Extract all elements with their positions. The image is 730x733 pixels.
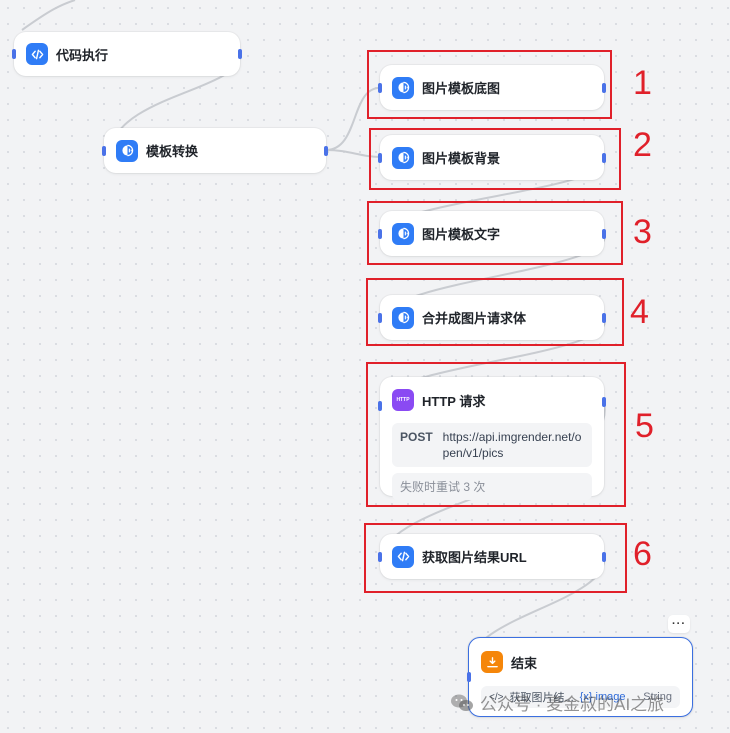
more-options-button[interactable]: ··· — [668, 615, 690, 633]
node-title: 代码执行 — [56, 47, 109, 63]
annotation-number-5: 5 — [635, 407, 654, 445]
annotation-number-2: 2 — [633, 126, 652, 164]
node-title: 模板转换 — [146, 144, 199, 159]
input-port[interactable] — [102, 145, 106, 156]
node-template-convert[interactable]: 模板转换 — [102, 128, 328, 173]
annotation-number-1: 1 — [633, 64, 652, 102]
annotation-box-5 — [366, 362, 626, 507]
watermark: 公众号 · 麦金叔的AI之旅 — [450, 690, 664, 715]
annotation-box-2 — [369, 128, 621, 190]
node-title: 结束 — [511, 655, 538, 671]
wechat-icon — [450, 693, 474, 713]
code-icon — [26, 43, 48, 65]
annotation-number-6: 6 — [633, 535, 652, 573]
annotation-box-6 — [364, 523, 627, 593]
annotation-number-3: 3 — [633, 213, 652, 251]
node-code-exec[interactable]: 代码执行 — [12, 32, 242, 76]
template-icon — [116, 139, 138, 162]
input-port[interactable] — [12, 49, 16, 59]
input-port[interactable] — [467, 672, 471, 682]
annotation-box-4 — [366, 278, 624, 346]
end-icon — [481, 651, 503, 673]
output-port[interactable] — [324, 145, 328, 156]
edge-top-in — [21, 0, 76, 31]
annotation-box-3 — [367, 201, 623, 265]
annotation-number-4: 4 — [630, 293, 649, 331]
annotation-box-1 — [367, 50, 612, 119]
output-port[interactable] — [238, 49, 242, 59]
watermark-text: 公众号 · 麦金叔的AI之旅 — [480, 695, 665, 714]
